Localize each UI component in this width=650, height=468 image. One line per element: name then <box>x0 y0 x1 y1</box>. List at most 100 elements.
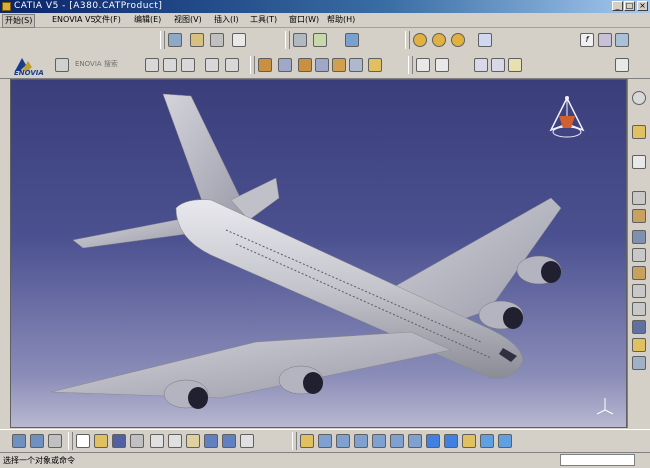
zoom-out-icon[interactable] <box>390 434 404 448</box>
minimize-button[interactable]: _ <box>612 1 623 11</box>
disabled-tool-icon <box>163 58 177 72</box>
toolbar-grip[interactable] <box>405 31 410 49</box>
command-input[interactable] <box>560 454 635 466</box>
chain-icon[interactable] <box>615 33 629 47</box>
maximize-button[interactable]: □ <box>624 1 635 11</box>
pan-icon[interactable] <box>336 434 350 448</box>
assembly-icon[interactable] <box>632 284 646 298</box>
dropdown-icon[interactable] <box>615 58 629 72</box>
fx-icon[interactable]: f <box>580 33 594 47</box>
views-icon[interactable] <box>444 434 458 448</box>
perspective-icon[interactable] <box>349 58 363 72</box>
swap-space-icon[interactable] <box>498 434 512 448</box>
menu-help[interactable]: 帮助(H) <box>325 14 357 26</box>
normal-view-icon[interactable] <box>408 434 422 448</box>
settings-icon[interactable] <box>632 91 646 105</box>
aircraft-model[interactable] <box>11 80 627 428</box>
toolbar-grip[interactable] <box>68 432 73 450</box>
product-icon[interactable] <box>168 33 182 47</box>
menu-file[interactable]: 文件(F) <box>92 14 123 26</box>
window-title: CATIA V5 - [A380.CATProduct] <box>14 1 163 11</box>
cursor-icon[interactable] <box>416 58 430 72</box>
copy-icon[interactable] <box>168 434 182 448</box>
shading-icon[interactable] <box>368 58 382 72</box>
enovia-search-button[interactable]: ENOVIA 搜索 <box>75 59 118 69</box>
engine-right-outer-intake <box>541 261 561 283</box>
mode-icon[interactable] <box>48 434 62 448</box>
catalog-icon[interactable] <box>345 33 359 47</box>
point-icon[interactable] <box>474 58 488 72</box>
snap-icon[interactable] <box>232 33 246 47</box>
sun-icon[interactable] <box>413 33 427 47</box>
menu-insert[interactable]: 插入(I) <box>212 14 241 26</box>
arrow-icon[interactable] <box>632 155 646 169</box>
zoom-in-icon[interactable] <box>372 434 386 448</box>
undo-icon[interactable] <box>204 434 218 448</box>
fly-icon[interactable] <box>300 434 314 448</box>
right-view-icon[interactable] <box>298 58 312 72</box>
3d-viewport[interactable] <box>10 79 627 428</box>
menu-tools[interactable]: 工具(T) <box>248 14 279 26</box>
bottom-toolbar <box>0 429 650 452</box>
open-icon[interactable] <box>94 434 108 448</box>
assembly-icon[interactable] <box>632 338 646 352</box>
pen-icon[interactable] <box>435 58 449 72</box>
assembly-icon[interactable] <box>632 266 646 280</box>
toolbar-grip[interactable] <box>160 31 165 49</box>
redo-icon[interactable] <box>222 434 236 448</box>
shading-mode-icon[interactable] <box>462 434 476 448</box>
line-icon[interactable] <box>491 58 505 72</box>
close-button[interactable]: × <box>637 1 648 11</box>
top-view-icon[interactable] <box>315 58 329 72</box>
top-toolbar: f <box>0 28 650 52</box>
left-wing <box>50 331 452 399</box>
disabled-tool-icon <box>181 58 195 72</box>
save-icon[interactable] <box>112 434 126 448</box>
cut-icon[interactable] <box>150 434 164 448</box>
selection-icon[interactable] <box>632 125 646 139</box>
paste-icon[interactable] <box>186 434 200 448</box>
compass-widget <box>549 96 585 138</box>
curve-icon[interactable] <box>508 58 522 72</box>
toolbar-grip[interactable] <box>408 56 413 74</box>
left-strip <box>0 79 10 428</box>
assembly-icon[interactable] <box>632 209 646 223</box>
print-icon[interactable] <box>130 434 144 448</box>
bottom-view-icon[interactable] <box>332 58 346 72</box>
toolbar-grip[interactable] <box>250 56 255 74</box>
sun-icon[interactable] <box>432 33 446 47</box>
front-view-icon[interactable] <box>278 58 292 72</box>
multi-view-icon[interactable] <box>426 434 440 448</box>
hide-show-icon[interactable] <box>480 434 494 448</box>
enovia-connect-icon[interactable] <box>55 58 69 72</box>
constraint-icon[interactable] <box>210 33 224 47</box>
new-icon[interactable] <box>76 434 90 448</box>
isometric-icon[interactable] <box>258 58 272 72</box>
assembly-icon[interactable] <box>632 248 646 262</box>
tree-icon[interactable] <box>293 33 307 47</box>
fly-icon[interactable] <box>12 434 26 448</box>
toolbar-grip[interactable] <box>292 432 297 450</box>
catia-app-icon[interactable] <box>2 2 11 11</box>
assembly-icon[interactable] <box>632 302 646 316</box>
manipulate-icon[interactable] <box>313 33 327 47</box>
status-text: 选择一个对象或命令 <box>3 456 75 465</box>
formula-icon[interactable] <box>478 33 492 47</box>
sun-icon[interactable] <box>451 33 465 47</box>
toolbar-grip[interactable] <box>285 31 290 49</box>
menu-edit[interactable]: 编辑(E) <box>132 14 163 26</box>
rotate-icon[interactable] <box>354 434 368 448</box>
walk-icon[interactable] <box>30 434 44 448</box>
help-icon[interactable] <box>240 434 254 448</box>
fit-all-icon[interactable] <box>318 434 332 448</box>
menu-window[interactable]: 窗口(W) <box>287 14 321 26</box>
assembly-icon[interactable] <box>632 191 646 205</box>
assembly-icon[interactable] <box>632 320 646 334</box>
menu-start[interactable]: 开始(S) <box>2 14 36 28</box>
assembly-icon[interactable] <box>632 356 646 370</box>
knowledge-icon[interactable] <box>598 33 612 47</box>
menu-view[interactable]: 视图(V) <box>172 14 204 26</box>
assembly-icon[interactable] <box>632 230 646 244</box>
component-icon[interactable] <box>190 33 204 47</box>
menu-enovia[interactable]: ENOVIA V5 <box>50 14 98 26</box>
